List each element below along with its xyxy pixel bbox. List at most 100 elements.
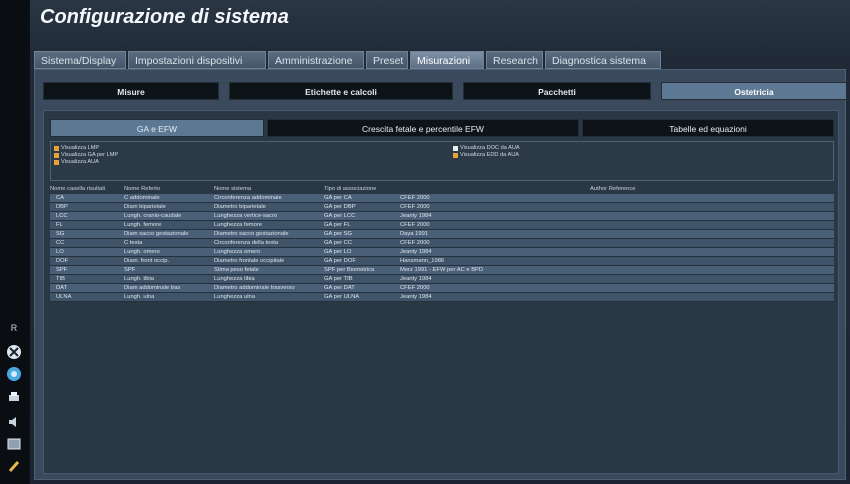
table-cell: Circonferenza della testa [214,240,279,246]
table-cell: GA per TIB [324,276,353,282]
image-icon[interactable] [4,434,24,454]
table-cell: Circonferenza addominale [214,195,282,201]
table-row[interactable]: DAT Diam addominale tras Diametro addomina… [50,284,834,293]
option-label: Visualizza DOC da AUA [460,145,520,151]
column-header: Nome sistema [214,186,252,192]
tab-misurazioni[interactable]: Misurazioni [410,51,484,69]
pen-icon[interactable] [4,456,24,476]
tab-amministrazione[interactable]: Amministrazione [268,51,364,69]
tab-research[interactable]: Research [486,51,543,69]
table-row[interactable]: ULNA Lungh. ulna Lunghezza ulna GA per ULNA… [50,293,834,302]
column-header: Author Reference [590,186,636,192]
table-cell: Lungh. omero [124,249,160,255]
tab-obstetrics-0[interactable]: GA e EFW [50,119,264,137]
table-cell: Diametro sacco gestazionale [214,231,289,237]
table-row[interactable]: SPF SPF Stima peso fetale SPF per Biometric… [50,266,834,275]
option-label: Visualizza GA per LMP [61,152,119,158]
table-cell: Jeanty 1984 [400,276,432,282]
table-cell: SPF [124,267,136,273]
table-cell: CC [56,240,65,246]
table-cell: CFEF 2000 [400,204,430,210]
table-cell: Lunghezza femore [214,222,263,228]
table-cell [590,194,710,203]
subtab-etichette-e-calcoli[interactable]: Etichette e calcoli [229,82,453,100]
option-show-edd-aua[interactable]: Visualizza EDD da AUA [453,152,519,158]
print-icon[interactable] [4,388,24,408]
table-cell [590,239,710,248]
table-cell: Jeanty 1984 [400,294,432,300]
table-row[interactable]: LO Lungh. omero Lunghezza omero GA per LO Je… [50,248,834,257]
table-cell: SPF per Biometrica [324,267,375,273]
table-cell: Stima peso fetale [214,267,259,273]
probe-label: R [10,323,18,333]
table-row[interactable]: FL Lungh. femore Lunghezza femore GA per FL… [50,221,834,230]
table-cell: Jeanty 1984 [400,249,432,255]
table-cell: Lungh. ulna [124,294,155,300]
option-show-ga-by-lmp[interactable]: Visualizza GA per LMP [54,152,118,158]
table-cell [590,275,710,284]
checkbox-icon[interactable] [54,152,59,158]
option-show-lmp[interactable]: Visualizza LMP [54,145,99,151]
table-cell: LCC [56,213,68,219]
table-cell: GA per DBP [324,204,356,210]
table-cell [590,212,710,221]
tab-sistema-display[interactable]: Sistema/Display [34,51,126,69]
subtab-ostetricia[interactable]: Ostetricia [661,82,847,100]
table-cell: TIB [56,276,66,282]
checkbox-icon[interactable] [54,145,59,151]
probe-icon[interactable]: R [4,318,24,338]
table-cell: Diametro frontale occipitale [214,258,285,264]
column-header: Nome casella risultati [50,186,106,192]
table-row[interactable]: LCC Lungh. cranio-caudale Lunghezza vertic… [50,212,834,221]
table-row[interactable]: DBP Diam biparietale Diametro biparietale G… [50,203,834,212]
option-show-doc-aua[interactable]: Visualizza DOC da AUA [453,145,520,151]
option-label: Visualizza LMP [61,145,100,151]
option-show-aua[interactable]: Visualizza AUA [54,159,99,165]
table-row[interactable]: SG Diam sacco gestazionale Diametro sacco … [50,230,834,239]
tab-obstetrics-2[interactable]: Tabelle ed equazioni [582,119,834,137]
tab-diagnostica-sistema[interactable]: Diagnostica sistema [545,51,661,69]
table-cell: CFEF 2000 [400,285,430,291]
table-cell: Diam biparietale [124,204,166,210]
volume-icon[interactable] [4,412,24,432]
tab-obstetrics-1[interactable]: Crescita fetale e percentile EFW [267,119,579,137]
table-row[interactable]: DOF Diam. front occip. Diametro frontale o… [50,257,834,266]
checkbox-icon[interactable] [453,152,458,158]
measurement-subtabs: Misure Etichette e calcoli Pacchetti Ostetr… [43,82,850,100]
table-cell [590,248,710,257]
table-cell [590,266,710,275]
main-tabs: Sistema/Display Impostazioni dispositivi A… [34,51,663,69]
table-cell: Lunghezza tibia [214,276,255,282]
table-cell: DAT [56,285,68,291]
table-cell: FL [56,222,63,228]
table-cell: Lunghezza omero [214,249,261,255]
subtab-misure[interactable]: Misure [43,82,219,100]
table-cell: CA [56,195,65,201]
settings-globe-icon[interactable] [4,364,24,384]
table-cell: GA per DAT [324,285,355,291]
subtab-pacchetti[interactable]: Pacchetti [463,82,651,100]
tab-preset[interactable]: Preset [366,51,408,69]
freeze-icon[interactable] [4,342,24,362]
checkbox-icon[interactable] [453,145,458,151]
table-cell: LO [56,249,64,255]
table-cell: Diametro biparietale [214,204,266,210]
table-cell: GA per FL [324,222,351,228]
table-cell: GA per CA [324,195,352,201]
table-cell: Diam addominale tras [124,285,181,291]
column-header: Nome Referto [124,186,161,192]
table-cell: CFEF 2000 [400,195,430,201]
table-row[interactable]: CA C addominale Circonferenza addominale GA… [50,194,834,203]
measurements-panel: Misure Etichette e calcoli Pacchetti Ostetr… [34,69,847,480]
table-cell: ULNA [56,294,72,300]
table-cell [590,293,710,302]
table-header: Nome casella risultati Nome Referto Nome… [50,185,834,194]
table-row[interactable]: CC C testa Circonferenza della testa GA per… [50,239,834,248]
table-cell: Daya 1991 [400,231,429,237]
table-row[interactable]: TIB Lungh. tibia Lunghezza tibia GA per TIB… [50,275,834,284]
table-cell: GA per CC [324,240,353,246]
tab-impostazioni-dispositivi[interactable]: Impostazioni dispositivi [128,51,266,69]
checkbox-icon[interactable] [54,159,59,165]
system-configuration-window: Configurazione di sistema Sistema/Displa… [30,0,850,484]
ga-table: Nome casella risultati Nome Referto Nome… [50,185,834,302]
